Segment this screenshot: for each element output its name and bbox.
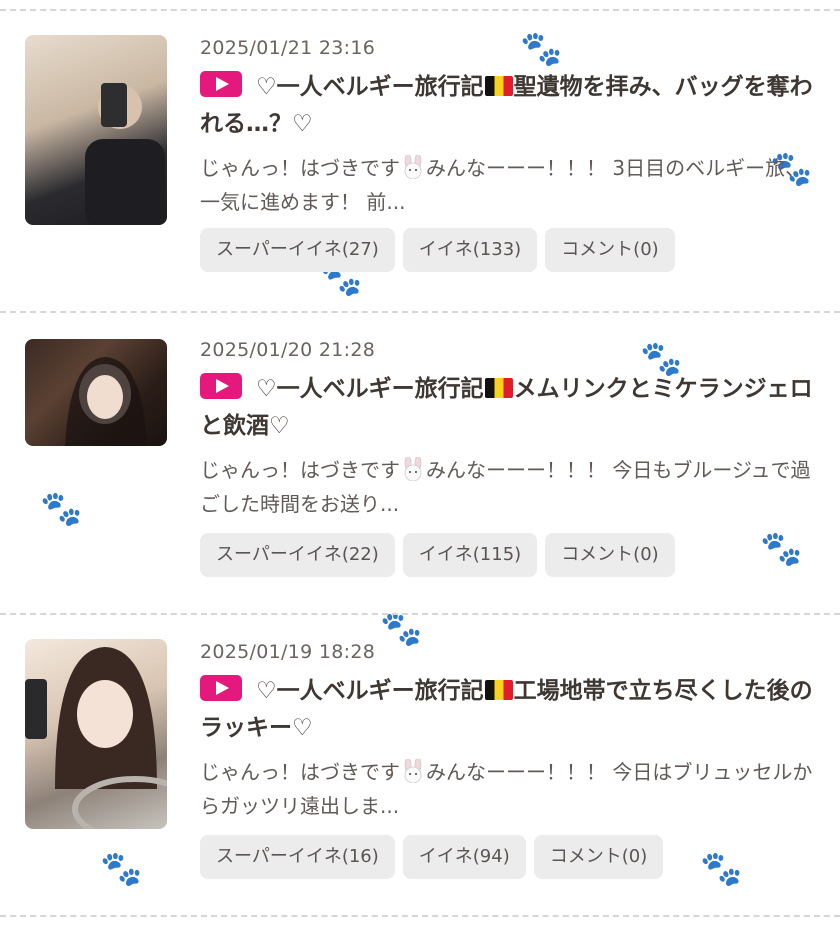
post-excerpt: じゃんっ！はづきです みんなーーー！！！ 今日もブルージュで過ごした時間をお送り.… [200, 453, 822, 521]
title-prefix: ♡一人ベルギー旅行記 [256, 678, 484, 704]
entry-body: 2025/01/19 18:28 ♡一人ベルギー旅行記 工場地帯で立ち尽くした後の… [200, 639, 822, 823]
title-prefix: ♡一人ベルギー旅行記 [256, 74, 484, 100]
blog-entry[interactable]: 2025/01/21 23:16 ♡一人ベルギー旅行記 聖遺物を拝み、バッグを奪わ… [0, 11, 840, 311]
post-date: 2025/01/20 21:28 [200, 339, 376, 361]
blog-feed: 2025/01/21 23:16 ♡一人ベルギー旅行記 聖遺物を拝み、バッグを奪わ… [0, 9, 840, 917]
rabbit-face-icon [404, 759, 422, 783]
divider [0, 915, 840, 917]
post-excerpt: じゃんっ！はづきです みんなーーー！！！ 今日はブリュッセルからガッツリ遠出しま.… [200, 755, 822, 823]
like-button[interactable]: イイネ(115) [402, 533, 538, 577]
belgium-flag-icon [484, 378, 513, 398]
post-date: 2025/01/19 18:28 [200, 641, 376, 663]
blog-entry[interactable]: 2025/01/20 21:28 ♡一人ベルギー旅行記 メムリンクとミケランジェロ… [0, 313, 840, 613]
super-like-button[interactable]: スーパーイイネ(16) [200, 835, 395, 879]
post-thumbnail[interactable] [25, 35, 167, 225]
reaction-tags: スーパーイイネ(22) イイネ(115) コメント(0) [200, 533, 675, 577]
excerpt-greeting: じゃんっ！はづきです [200, 156, 400, 180]
reaction-tags: スーパーイイネ(27) イイネ(133) コメント(0) [200, 228, 675, 272]
title-prefix: ♡一人ベルギー旅行記 [256, 376, 484, 402]
belgium-flag-icon [484, 680, 513, 700]
post-excerpt: じゃんっ！はづきです みんなーーー！！！ 3日目のベルギー旅、一気に進めます！ 前… [200, 151, 822, 219]
like-button[interactable]: イイネ(94) [402, 835, 526, 879]
post-thumbnail[interactable] [25, 639, 167, 829]
rabbit-face-icon [404, 155, 422, 179]
play-badge-icon [200, 71, 242, 97]
rabbit-face-icon [404, 457, 422, 481]
comment-button[interactable]: コメント(0) [545, 228, 675, 272]
post-title[interactable]: ♡一人ベルギー旅行記 メムリンクとミケランジェロと飲酒♡ [200, 371, 822, 445]
reaction-tags: スーパーイイネ(16) イイネ(94) コメント(0) [200, 835, 664, 879]
comment-button[interactable]: コメント(0) [533, 835, 664, 879]
belgium-flag-icon [484, 76, 513, 96]
blog-entry[interactable]: 2025/01/19 18:28 ♡一人ベルギー旅行記 工場地帯で立ち尽くした後の… [0, 615, 840, 915]
play-badge-icon [200, 675, 242, 701]
post-thumbnail[interactable] [25, 339, 167, 446]
entry-body: 2025/01/20 21:28 ♡一人ベルギー旅行記 メムリンクとミケランジェロ… [200, 337, 822, 521]
entry-body: 2025/01/21 23:16 ♡一人ベルギー旅行記 聖遺物を拝み、バッグを奪わ… [200, 35, 822, 219]
like-button[interactable]: イイネ(133) [402, 228, 538, 272]
excerpt-greeting: じゃんっ！はづきです [200, 760, 400, 784]
post-title[interactable]: ♡一人ベルギー旅行記 聖遺物を拝み、バッグを奪われる…？♡ [200, 69, 822, 143]
super-like-button[interactable]: スーパーイイネ(22) [200, 533, 395, 577]
excerpt-greeting: じゃんっ！はづきです [200, 458, 400, 482]
play-badge-icon [200, 373, 242, 399]
super-like-button[interactable]: スーパーイイネ(27) [200, 228, 395, 272]
post-title[interactable]: ♡一人ベルギー旅行記 工場地帯で立ち尽くした後のラッキー♡ [200, 673, 822, 747]
comment-button[interactable]: コメント(0) [545, 533, 675, 577]
post-date: 2025/01/21 23:16 [200, 37, 376, 59]
